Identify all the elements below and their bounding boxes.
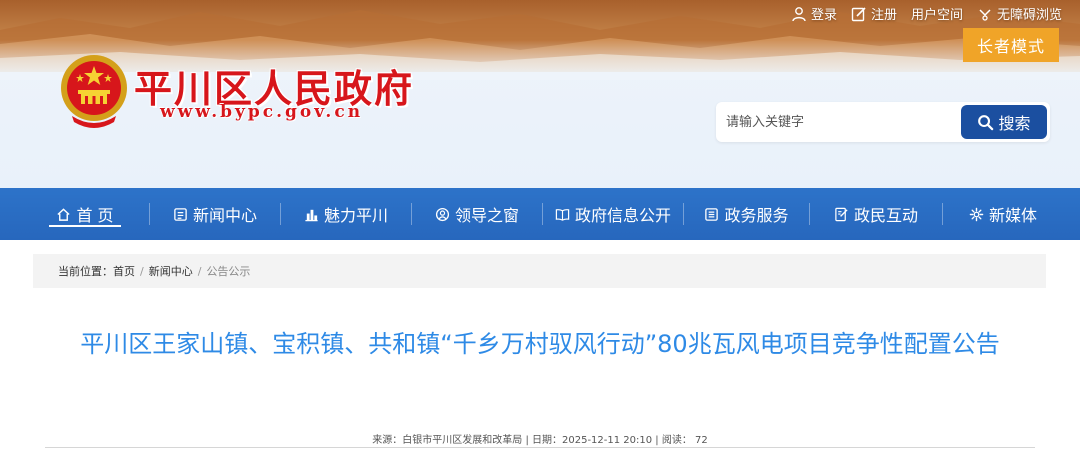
elder-mode-button[interactable]: 长者模式: [963, 28, 1059, 62]
search-button[interactable]: 搜索: [961, 105, 1047, 139]
nav-label: 政民互动: [853, 206, 918, 225]
nav-label: 魅力平川: [323, 206, 388, 225]
nav-label: 首 页: [76, 206, 114, 225]
top-links: 登录 注册 用户空间 无障碍浏览: [791, 4, 1062, 23]
nav-item-leaders[interactable]: 领导之窗: [412, 188, 542, 240]
user-icon: [792, 6, 806, 21]
book-icon: [555, 208, 570, 221]
nav-item-interaction[interactable]: 政民互动: [810, 188, 942, 240]
user-space-link[interactable]: 用户空间: [911, 4, 963, 23]
accessible-link[interactable]: 无障碍浏览: [977, 4, 1062, 23]
register-label: 注册: [870, 8, 897, 23]
nav-item-news[interactable]: 新闻中心: [150, 188, 280, 240]
article-meta: 来源：白银市平川区发展和改革局 | 日期：2025-12-11 20:10 | …: [372, 435, 708, 446]
nav-label: 领导之窗: [454, 206, 519, 225]
nav-item-services[interactable]: 政务服务: [684, 188, 809, 240]
nav-label: 政府信息公开: [574, 206, 671, 225]
nav-label: 新闻中心: [192, 206, 257, 225]
newspaper-icon: [174, 207, 187, 221]
nav-item-home[interactable]: 首 页: [49, 188, 121, 240]
breadcrumb-separator: /: [197, 264, 202, 278]
main-nav: 首 页 新闻中心 魅力平川 领导之窗 政府信息公开 政务服务 政民互动 新媒体: [0, 188, 1080, 240]
edit-icon: [835, 207, 848, 221]
nav-item-gov-info[interactable]: 政府信息公开: [543, 188, 683, 240]
nav-item-charm[interactable]: 魅力平川: [281, 188, 411, 240]
breadcrumb-item-news[interactable]: 新闻中心: [149, 263, 193, 279]
person-icon: [435, 207, 450, 221]
breadcrumb-prefix: 当前位置：: [58, 265, 113, 278]
page-header: 登录 注册 用户空间 无障碍浏览 长者模式 平川区人民政府 www.bypc.g…: [0, 0, 1080, 188]
list-icon: [705, 207, 719, 221]
nav-item-new-media[interactable]: 新媒体: [943, 188, 1063, 240]
edit-icon: [851, 6, 866, 21]
nav-label: 政务服务: [724, 206, 789, 225]
search-icon: [978, 114, 994, 130]
breadcrumb-separator: /: [140, 264, 144, 278]
gear-icon: [969, 207, 984, 221]
accessibility-icon: [979, 8, 991, 21]
user-space-label: 用户空间: [910, 8, 963, 23]
login-link[interactable]: 登录: [791, 4, 837, 23]
site-url: www.bypc.gov.cn: [160, 102, 364, 122]
city-icon: [305, 209, 318, 221]
home-icon: [57, 207, 71, 221]
search-input[interactable]: [726, 112, 956, 132]
article-title: 平川区王家山镇、宝积镇、共和镇“千乡万村驭风行动”80兆瓦风电项目竞争性配置公告: [80, 330, 1000, 358]
breadcrumb: 当前位置： 首页 / 新闻中心 / 公告公示: [33, 254, 1046, 288]
national-emblem-icon: [61, 55, 127, 128]
login-label: 登录: [810, 8, 837, 23]
breadcrumb-item-notices[interactable]: 公告公示: [206, 263, 250, 279]
breadcrumb-item-home[interactable]: 首页: [113, 263, 135, 279]
search-button-label: 搜索: [998, 114, 1031, 133]
nav-label: 新媒体: [988, 206, 1037, 225]
register-link[interactable]: 注册: [851, 4, 897, 23]
accessible-label: 无障碍浏览: [996, 8, 1062, 23]
meta-divider: [45, 447, 1035, 448]
